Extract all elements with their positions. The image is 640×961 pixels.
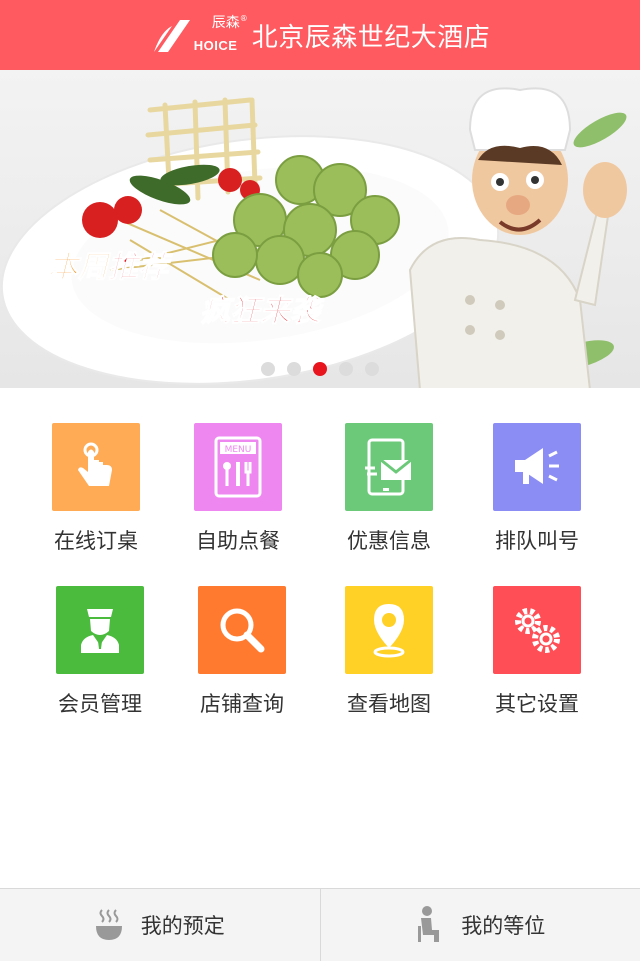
megaphone-icon — [509, 442, 565, 492]
bowl-icon — [95, 908, 123, 942]
feature-icon-box — [345, 423, 433, 511]
carousel-dots — [0, 362, 640, 376]
feature-membership[interactable]: 会员管理 — [30, 586, 170, 718]
feature-label: 查看地图 — [319, 688, 459, 718]
hand-tap-icon — [69, 440, 123, 494]
my-reservation-button[interactable]: 我的预定 — [0, 889, 320, 961]
feature-store-search[interactable]: 店铺查询 — [172, 586, 312, 718]
feature-icon-box — [56, 586, 144, 674]
feature-self-order[interactable]: MENU 自助点餐 — [168, 423, 308, 555]
promo-banner[interactable]: 本周推荐 疯狂来袭 — [0, 70, 640, 388]
feature-other-settings[interactable]: 其它设置 — [467, 586, 607, 718]
seated-person-icon — [415, 906, 443, 944]
feature-label: 会员管理 — [30, 688, 170, 718]
carousel-dot-2[interactable] — [287, 362, 301, 376]
feature-icon-box — [198, 586, 286, 674]
feature-queue[interactable]: 排队叫号 — [467, 423, 607, 555]
banner-illustration — [0, 70, 640, 388]
gears-icon — [510, 603, 564, 657]
map-pin-icon — [362, 600, 416, 660]
feature-icon-box — [345, 586, 433, 674]
promo-headline-1-a: 本周 — [48, 250, 108, 285]
feature-label: 排队叫号 — [467, 525, 607, 555]
logo-cn-text: 辰森 — [212, 16, 240, 30]
my-queue-label: 我的等位 — [461, 910, 545, 940]
phone-mail-icon — [361, 436, 417, 498]
menu-board-icon: MENU — [210, 436, 266, 498]
carousel-dot-3[interactable] — [313, 362, 327, 376]
feature-icon-box — [493, 586, 581, 674]
feature-icon-box — [493, 423, 581, 511]
feature-label: 优惠信息 — [319, 525, 459, 555]
feature-label: 在线订桌 — [26, 525, 166, 555]
my-queue-button[interactable]: 我的等位 — [320, 889, 640, 961]
choice-logo: 辰森 ® HOICE — [150, 12, 246, 58]
promo-headline-1: 本周推荐 — [48, 242, 168, 286]
app-header: 辰森 ® HOICE 北京辰森世纪大酒店 — [0, 0, 640, 70]
logo-mark-icon — [150, 18, 196, 54]
logo-en-text: HOICE — [194, 38, 238, 53]
svg-text:MENU: MENU — [225, 445, 252, 455]
feature-label: 店铺查询 — [172, 688, 312, 718]
feature-label: 其它设置 — [467, 688, 607, 718]
feature-map[interactable]: 查看地图 — [319, 586, 459, 718]
logo-registered-mark: ® — [240, 14, 248, 23]
search-icon — [215, 603, 269, 657]
feature-online-booking[interactable]: 在线订桌 — [26, 423, 166, 555]
feature-icon-box — [52, 423, 140, 511]
feature-icon-box: MENU — [194, 423, 282, 511]
my-reservation-label: 我的预定 — [141, 910, 225, 940]
promo-headline-1-b: 推荐 — [108, 250, 168, 285]
feature-label: 自助点餐 — [168, 525, 308, 555]
member-icon — [73, 601, 127, 659]
carousel-dot-5[interactable] — [365, 362, 379, 376]
feature-promotions[interactable]: 优惠信息 — [319, 423, 459, 555]
bottom-bar: 我的预定 我的等位 — [0, 888, 640, 961]
carousel-dot-1[interactable] — [261, 362, 275, 376]
feature-grid: 在线订桌 MENU 自助点餐 优惠信息 — [0, 390, 640, 880]
promo-headline-2: 疯狂来袭 — [200, 286, 320, 330]
carousel-dot-4[interactable] — [339, 362, 353, 376]
page-title: 北京辰森世纪大酒店 — [252, 17, 491, 54]
